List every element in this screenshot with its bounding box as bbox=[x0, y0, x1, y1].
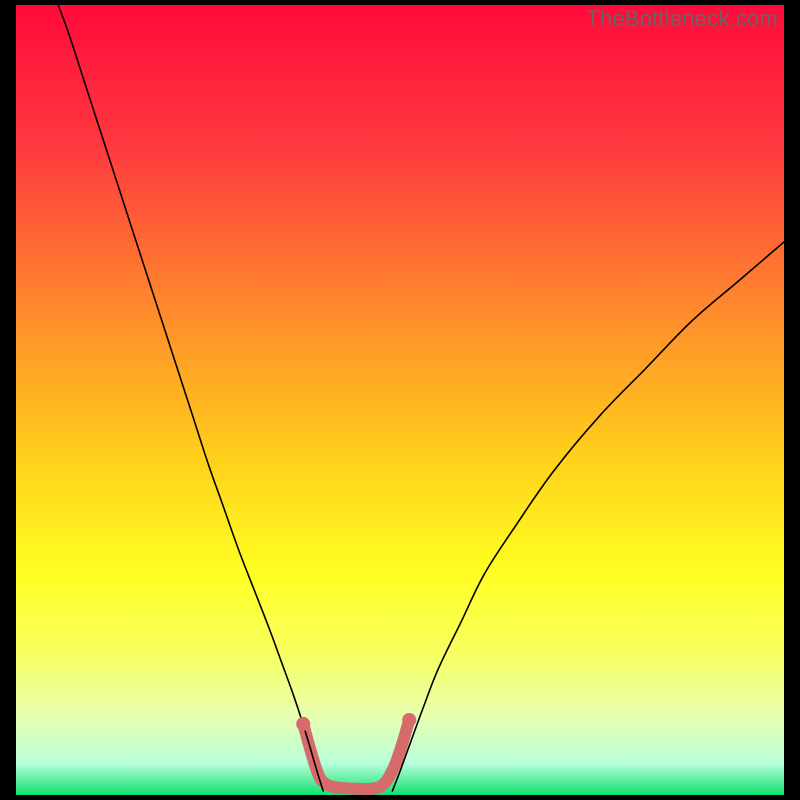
watermark-label: TheBottleneck.com bbox=[586, 6, 778, 32]
valley-marker bbox=[296, 717, 310, 731]
gradient-background bbox=[16, 5, 784, 795]
bottleneck-chart bbox=[16, 5, 784, 795]
chart-frame: TheBottleneck.com bbox=[0, 0, 800, 800]
valley-marker bbox=[402, 713, 416, 727]
plot-area bbox=[16, 5, 784, 795]
